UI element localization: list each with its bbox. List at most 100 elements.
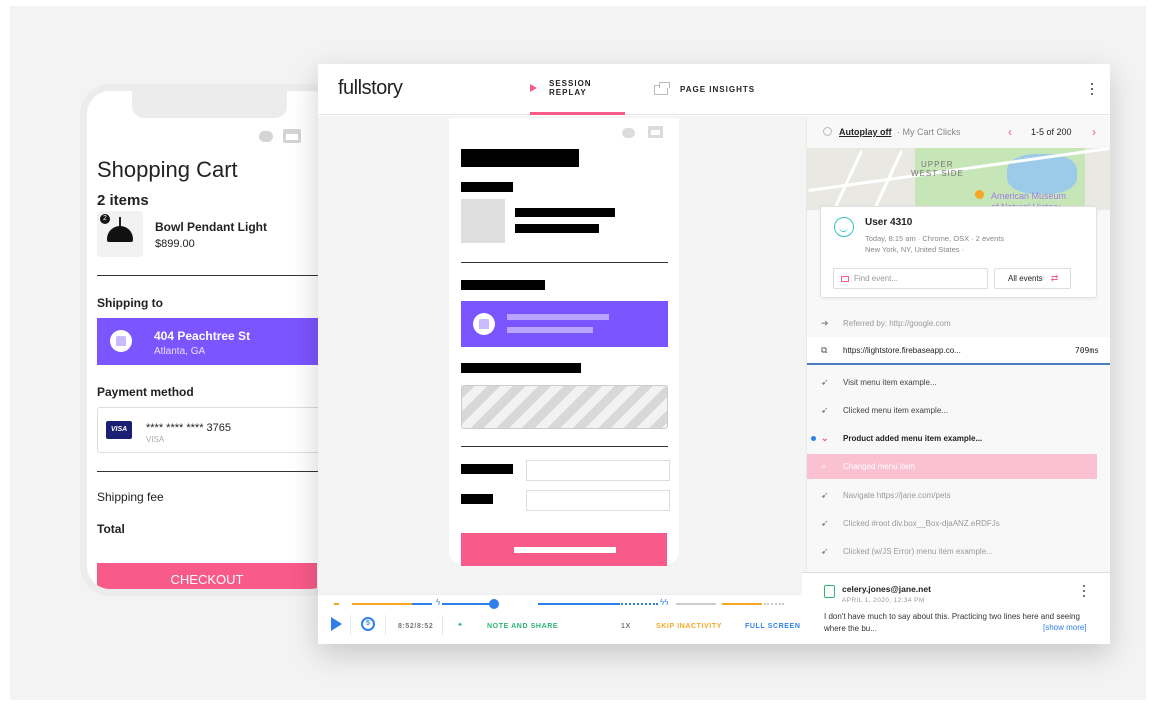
fullstory-logo[interactable]: fullstory	[338, 77, 403, 100]
timeline-segment	[442, 603, 490, 605]
redacted-text	[461, 363, 581, 373]
pager-count: 1-5 of 200	[1031, 127, 1072, 137]
items-count: 2 items	[97, 192, 149, 209]
redacted-text	[515, 224, 599, 233]
separator	[385, 615, 386, 635]
shipping-label: Shipping to	[97, 296, 163, 310]
arrow-icon: ➜	[821, 317, 829, 328]
event-row[interactable]: ➹ Visit menu item example...	[807, 368, 1110, 396]
lightning-icon: ϟϟ	[660, 598, 669, 607]
user-avatar-icon	[834, 217, 854, 237]
fullstory-window: fullstory SESSION REPLAY PAGE INSIGHTS ϟ…	[318, 64, 1110, 644]
chat-icon[interactable]	[259, 131, 273, 142]
replay-viewport	[318, 116, 806, 594]
map-label: WEST SIDE	[911, 169, 964, 178]
redacted-address-card	[461, 301, 668, 347]
autoplay-toggle[interactable]: Autoplay off	[839, 127, 892, 137]
home-icon	[110, 330, 132, 352]
total-label: Total	[97, 522, 125, 536]
show-more-link[interactable]: [show more]	[1039, 623, 1087, 632]
masked-element	[461, 385, 668, 429]
user-meta: Today, 8:15 am · Chrome, OSX · 2 events	[865, 234, 1005, 243]
shipping-address-card[interactable]: 404 Peachtree St Atlanta, GA	[97, 318, 327, 365]
next-arrow-icon[interactable]: ›	[1092, 125, 1096, 139]
redacted-input	[526, 460, 670, 481]
user-location: New York, NY, United States ·	[865, 245, 965, 254]
event-row[interactable]: ➹ Navigate https://jane.com/pets	[807, 481, 1110, 509]
timeline-segment	[412, 603, 432, 605]
redacted-text	[461, 464, 513, 474]
event-row-highlighted[interactable]: ⌕ Changed menu item	[807, 454, 1097, 479]
url-text: https://lightstore.firebaseapp.co...	[843, 345, 961, 355]
find-icon	[841, 276, 849, 282]
event-row[interactable]: ➹ Clicked (w/JS Error) menu item example…	[807, 537, 1110, 565]
play-button[interactable]	[331, 617, 342, 631]
tab-label: PAGE INSIGHTS	[680, 85, 756, 94]
divider	[461, 446, 668, 447]
page-insights-icon	[654, 81, 670, 95]
event-label: Clicked (w/JS Error) menu item example..…	[843, 546, 993, 556]
cursor-icon: ➹	[821, 517, 829, 528]
payment-card[interactable]: VISA **** **** **** 3765 VISA	[97, 407, 333, 453]
tab-session-replay[interactable]: SESSION REPLAY	[530, 64, 625, 115]
redacted-line	[507, 327, 593, 333]
cart-title: Shopping Cart	[97, 157, 238, 182]
product-name[interactable]: Bowl Pendant Light	[155, 220, 267, 234]
shipping-fee-label: Shipping fee	[97, 490, 164, 504]
redacted-text	[461, 494, 493, 504]
more-menu-icon[interactable]	[1085, 81, 1099, 97]
product-thumbnail[interactable]: 2	[97, 211, 143, 257]
playlist-header: Autoplay off · My Cart Clicks ‹ 1-5 of 2…	[807, 116, 1110, 148]
divider	[461, 262, 668, 263]
redacted-input	[526, 490, 670, 511]
timeline-segment	[538, 603, 618, 605]
cart-icon[interactable]	[283, 129, 301, 143]
speed-button[interactable]: 1X	[621, 617, 631, 635]
timeline-segment	[334, 603, 339, 605]
payment-label: Payment method	[97, 385, 194, 399]
map-road	[834, 150, 863, 208]
cursor-icon: ➹	[821, 545, 829, 556]
redacted-text	[461, 182, 513, 192]
url-row[interactable]: ⧉ https://lightstore.firebaseapp.co... 7…	[807, 337, 1110, 365]
all-events-dropdown[interactable]: All events ⇄	[994, 268, 1071, 289]
checkout-button[interactable]: CHECKOUT	[97, 563, 317, 589]
note-and-share-button[interactable]: NOTE AND SHARE	[487, 617, 558, 635]
event-row[interactable]: ➹ Clicked menu item example...	[807, 396, 1110, 424]
play-icon	[530, 84, 537, 92]
referrer-text: Referred by: http://google.com	[843, 318, 951, 328]
current-dot	[811, 436, 816, 441]
lightning-icon: ϟ	[436, 598, 441, 607]
phone-notch	[132, 91, 287, 118]
swap-icon: ⇄	[1050, 273, 1059, 283]
replayed-mobile-page	[449, 118, 679, 566]
timeline-segment	[618, 603, 658, 605]
redacted-image	[461, 199, 505, 243]
event-row[interactable]: ➹ Clicked #root div.box__Box-djaANZ.eRDF…	[807, 509, 1110, 537]
timeline-track[interactable]: ϟ ϟϟ	[334, 598, 790, 609]
skip-inactivity-button[interactable]: SKIP INACTIVITY	[656, 617, 722, 635]
find-event-input[interactable]: Find event...	[833, 268, 988, 289]
tab-label: SESSION REPLAY	[549, 79, 592, 97]
event-label: Product added menu item example...	[843, 433, 983, 443]
time-display: 8:52/8:52	[398, 622, 434, 630]
phone-mockup: Shopping Cart 2 items 2 Bowl Pendant Lig…	[80, 84, 340, 596]
divider	[97, 275, 327, 276]
note-card[interactable]: celery.jones@jane.net APRIL 1, 2020, 12:…	[802, 572, 1110, 644]
event-row[interactable]: ⌄ Product added menu item example...	[807, 424, 1110, 452]
timeline-segment	[676, 603, 716, 605]
event-label: Changed menu item	[843, 462, 916, 471]
prev-arrow-icon[interactable]: ‹	[1008, 125, 1012, 139]
session-side-panel: Autoplay off · My Cart Clicks ‹ 1-5 of 2…	[806, 116, 1110, 644]
note-menu-icon[interactable]	[1083, 585, 1086, 597]
timeline-scrubber[interactable]	[489, 599, 499, 609]
tab-page-insights[interactable]: PAGE INSIGHTS	[654, 64, 755, 115]
playlist-name[interactable]: · My Cart Clicks	[897, 127, 961, 137]
clock-icon	[823, 127, 832, 136]
user-name[interactable]: User 4310	[865, 217, 912, 228]
map-label: American Museum	[991, 191, 1067, 201]
full-screen-button[interactable]: FULL SCREEN	[745, 617, 800, 635]
rewind-icon[interactable]: 5	[361, 617, 375, 631]
quantity-badge: 2	[100, 214, 110, 224]
address-city: Atlanta, GA	[154, 346, 206, 357]
